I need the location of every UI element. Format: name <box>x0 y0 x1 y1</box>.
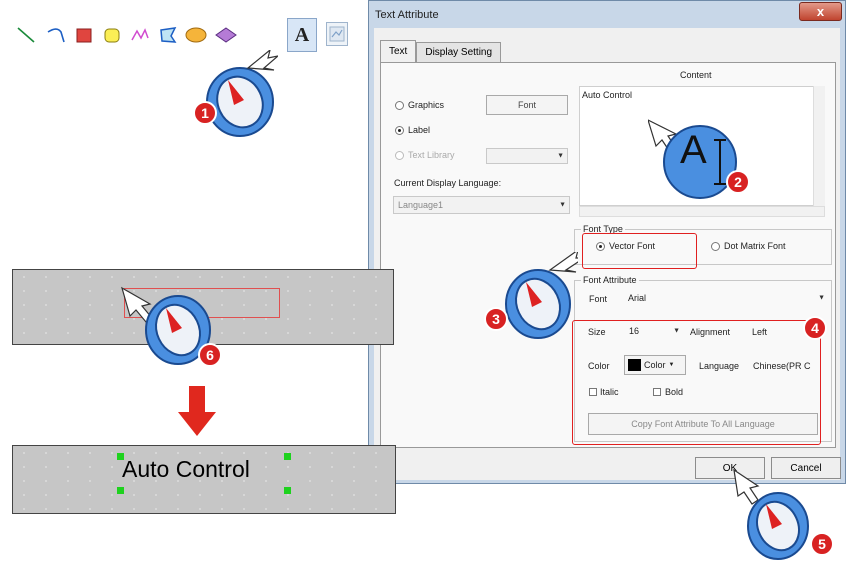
close-icon: x <box>816 4 825 19</box>
selection-handle[interactable] <box>284 453 291 460</box>
step-badge: 4 <box>803 316 827 340</box>
font-value: Arial <box>628 293 647 303</box>
content-label: Content <box>680 70 712 80</box>
font-attribute-label: Font Attribute <box>581 275 639 285</box>
font-attribute-highlight <box>572 320 821 445</box>
radio-text-library[interactable] <box>395 151 404 160</box>
text-tool-button[interactable]: A <box>287 18 317 52</box>
tab-bar: Text Display Setting <box>380 40 502 62</box>
content-horizontal-scrollbar[interactable] <box>579 206 825 217</box>
font-select[interactable]: Arial ▼ <box>623 289 829 307</box>
line-icon[interactable] <box>12 18 40 52</box>
chevron-down-icon: ▼ <box>559 201 566 209</box>
text-cursor-glyph: A <box>680 128 707 172</box>
content-vertical-scrollbar[interactable] <box>813 86 825 206</box>
radio-dot-matrix-font[interactable] <box>711 242 720 251</box>
ellipse-icon[interactable] <box>182 18 210 52</box>
chevron-down-icon: ▼ <box>818 294 825 302</box>
radio-text-library-label: Text Library <box>408 150 455 160</box>
selection-handle[interactable] <box>117 453 124 460</box>
text-icon: A <box>294 23 310 46</box>
selection-handle[interactable] <box>117 487 124 494</box>
radio-dot-matrix-font-label: Dot Matrix Font <box>724 241 786 251</box>
mouse-icon <box>504 248 586 345</box>
polyline-icon[interactable] <box>126 18 154 52</box>
font-button[interactable]: Font <box>486 95 568 115</box>
diamond-icon[interactable] <box>212 18 240 52</box>
step-badge: 2 <box>726 170 750 194</box>
result-text[interactable]: Auto Control <box>122 456 250 483</box>
radio-graphics[interactable] <box>395 101 404 110</box>
polygon-icon[interactable] <box>154 18 182 52</box>
vector-font-highlight <box>582 233 697 269</box>
step-badge: 6 <box>198 343 222 367</box>
radio-graphics-label: Graphics <box>408 100 445 110</box>
close-button[interactable]: x <box>799 2 842 21</box>
font-label: Font <box>589 294 608 304</box>
mouse-icon <box>204 48 281 143</box>
step-badge: 5 <box>810 532 834 556</box>
chevron-down-icon: ▼ <box>557 152 564 160</box>
rounded-rectangle-icon[interactable] <box>98 18 126 52</box>
step-badge: 3 <box>484 307 508 331</box>
selection-handle[interactable] <box>284 487 291 494</box>
step-badge: 1 <box>193 101 217 125</box>
arc-icon[interactable] <box>42 18 70 52</box>
current-language-value: Language1 <box>398 200 444 210</box>
picture-icon[interactable] <box>326 22 348 46</box>
current-language-label: Current Display Language: <box>394 178 502 188</box>
content-value: Auto Control <box>582 90 633 100</box>
radio-label-label: Label <box>408 125 431 135</box>
dialog-title: Text Attribute <box>375 9 439 21</box>
rectangle-icon[interactable] <box>70 18 98 52</box>
current-language-select[interactable]: Language1 ▼ <box>393 196 570 214</box>
radio-label[interactable] <box>395 126 404 135</box>
tab-text[interactable]: Text <box>380 40 417 62</box>
text-library-select[interactable]: ▼ <box>486 148 568 164</box>
arrow-down-icon <box>176 386 218 443</box>
tab-display-setting[interactable]: Display Setting <box>416 42 502 62</box>
